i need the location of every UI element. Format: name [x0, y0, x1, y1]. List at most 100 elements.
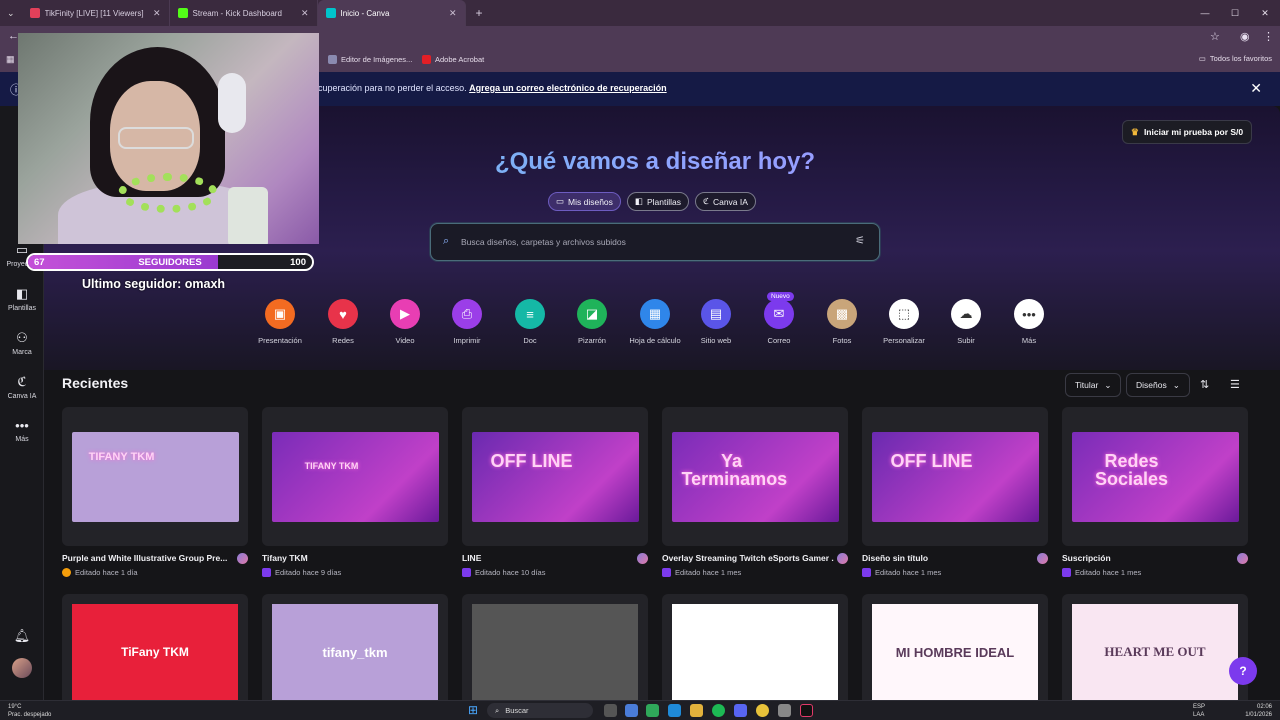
design-card[interactable]: OFF LINE Diseño sin título Editado hace 1 …: [862, 407, 1048, 577]
bookmark-acrobat[interactable]: Adobe Acrobat: [422, 55, 484, 64]
sidebar-item-brand[interactable]: ⚇ Marca: [0, 330, 44, 356]
thumbnail-text: TIFANY TKM: [304, 460, 359, 471]
chrome-icon[interactable]: [756, 704, 769, 717]
design-title[interactable]: Overlay Streaming Twitch eSports Gamer .…: [662, 553, 834, 563]
design-thumbnail[interactable]: Redes Sociales: [1062, 407, 1248, 546]
minimize-button[interactable]: —: [1190, 0, 1220, 26]
sidebar-item-canva-ai[interactable]: ℭ Canva IA: [0, 374, 44, 400]
bookmark-star-icon[interactable]: ☆: [1210, 30, 1220, 43]
design-title[interactable]: Purple and White Illustrative Group Pre.…: [62, 553, 234, 563]
menu-icon[interactable]: ⋮: [1263, 30, 1274, 43]
tab-canva-ai[interactable]: ℭ Canva IA: [694, 192, 756, 211]
close-tab-icon[interactable]: ✕: [449, 8, 457, 19]
website-icon: ▤: [701, 299, 731, 329]
shortcut-hoja-de-c-lculo[interactable]: ▦ Hoja de cálculo: [625, 299, 685, 345]
close-window-button[interactable]: ✕: [1250, 0, 1280, 26]
app-icon[interactable]: [778, 704, 791, 717]
design-card[interactable]: TIFANY TKM Purple and White Illustrative …: [62, 407, 248, 577]
sort-owner-dropdown[interactable]: Titular ⌄: [1065, 373, 1122, 397]
browser-tab[interactable]: Stream - Kick Dashboard ✕: [170, 0, 318, 26]
maximize-button[interactable]: ☐: [1220, 0, 1250, 26]
shortcut-doc[interactable]: ≡ Doc: [500, 299, 560, 345]
tab-search-icon[interactable]: ⌄: [0, 8, 22, 19]
file-explorer-icon[interactable]: [690, 704, 703, 717]
design-card[interactable]: [662, 594, 848, 700]
shortcut-redes[interactable]: ♥ Redes: [313, 299, 373, 345]
shortcut-correo[interactable]: ✉ Correo Nuevo: [749, 292, 809, 345]
list-view-icon[interactable]: ☰: [1230, 378, 1240, 391]
design-thumbnail[interactable]: TIFANY TKM: [262, 407, 448, 546]
design-thumbnail[interactable]: Ya Terminamos: [662, 407, 848, 546]
shortcut-sitio-web[interactable]: ▤ Sitio web: [686, 299, 746, 345]
browser-tab[interactable]: Inicio - Canva ✕: [317, 0, 466, 26]
help-button[interactable]: ?: [1229, 657, 1257, 685]
design-title[interactable]: Diseño sin título: [862, 553, 1034, 563]
sidebar-item-more[interactable]: ••• Más: [0, 418, 44, 443]
filter-icon[interactable]: ⚟: [855, 234, 865, 247]
design-card[interactable]: Redes Sociales Suscripción Editado hace 1 …: [1062, 407, 1248, 577]
search-input[interactable]: [461, 233, 841, 251]
taskbar-search[interactable]: ⌕ Buscar: [487, 703, 593, 718]
close-tab-icon[interactable]: ✕: [301, 8, 309, 19]
design-card[interactable]: MI HOMBRE IDEAL: [862, 594, 1048, 700]
tiktok-icon[interactable]: [800, 704, 813, 717]
thumbnail-image: OFF LINE: [471, 431, 639, 522]
design-card[interactable]: OFF LINE LINE Editado hace 10 días: [462, 407, 648, 577]
recovery-email-link[interactable]: Agrega un correo electrónico de recupera…: [469, 83, 667, 93]
app-icon[interactable]: [625, 704, 638, 717]
design-thumbnail: tifany_tkm: [272, 604, 438, 700]
design-title[interactable]: Suscripción: [1062, 553, 1234, 563]
weather-widget[interactable]: 19°C Prac. despejado: [8, 703, 51, 719]
shortcut-personalizar[interactable]: ⬚ Personalizar: [874, 299, 934, 345]
design-title[interactable]: LINE: [462, 553, 634, 563]
shortcut-m-s[interactable]: ••• Más: [999, 299, 1059, 345]
design-meta: Editado hace 1 mes: [1062, 568, 1248, 577]
sidebar-label: Marca: [12, 349, 32, 356]
language-indicator[interactable]: ESP LAA: [1193, 703, 1205, 719]
start-trial-button[interactable]: ♛ Iniciar mi prueba por S/0: [1122, 120, 1252, 144]
browser-tab[interactable]: TikFinity [LIVE] [11 Viewers] ✕: [22, 0, 170, 26]
task-view-icon[interactable]: [604, 704, 617, 717]
design-type-dropdown[interactable]: Diseños ⌄: [1126, 373, 1190, 397]
edge-icon[interactable]: [668, 704, 681, 717]
design-card[interactable]: HEART ME OUT: [1062, 594, 1248, 700]
design-card[interactable]: tifany_tkm: [262, 594, 448, 700]
shortcut-fotos[interactable]: ▩ Fotos: [812, 299, 872, 345]
shortcut-imprimir[interactable]: ⎙ Imprimir: [437, 299, 497, 345]
windows-start-icon[interactable]: ⊞: [468, 703, 478, 717]
avatar[interactable]: [12, 658, 32, 678]
design-thumbnail[interactable]: OFF LINE: [862, 407, 1048, 546]
app-icon[interactable]: [646, 704, 659, 717]
clock[interactable]: 02:06 1/01/2026: [1245, 703, 1272, 719]
design-card[interactable]: [462, 594, 648, 700]
new-tab-button[interactable]: +: [466, 6, 493, 20]
shortcut-subir[interactable]: ☁ Subir: [936, 299, 996, 345]
tab-my-designs[interactable]: ▭ Mis diseños: [548, 192, 621, 211]
design-title[interactable]: Tifany TKM: [262, 553, 434, 563]
shortcut-label: Video: [395, 336, 415, 345]
design-card[interactable]: TIFANY TKM Tifany TKM Editado hace 9 días: [262, 407, 448, 577]
sidebar-item-templates[interactable]: ◧ Plantillas: [0, 286, 44, 312]
design-meta: Editado hace 1 mes: [862, 568, 1048, 577]
design-thumbnail[interactable]: TIFANY TKM: [62, 407, 248, 546]
spotify-icon[interactable]: [712, 704, 725, 717]
bell-icon: 🔔︎: [13, 628, 31, 643]
sort-icon[interactable]: ⇅: [1200, 378, 1209, 391]
design-card[interactable]: TiFany TKM: [62, 594, 248, 700]
profile-icon[interactable]: ◉: [1240, 30, 1250, 43]
design-card[interactable]: Ya Terminamos Overlay Streaming Twitch eS…: [662, 407, 848, 577]
design-thumbnail: TiFany TKM: [72, 604, 238, 700]
close-tab-icon[interactable]: ✕: [153, 8, 161, 19]
shortcut-pizarr-n[interactable]: ◪ Pizarrón: [562, 299, 622, 345]
search-label: Buscar: [505, 706, 529, 715]
design-thumbnail[interactable]: OFF LINE: [462, 407, 648, 546]
shortcut-presentaci-n[interactable]: ▣ Presentación: [250, 299, 310, 345]
notifications-button[interactable]: 🔔︎: [0, 628, 44, 647]
close-icon[interactable]: ✕: [1250, 80, 1262, 97]
tab-templates[interactable]: ◧ Plantillas: [626, 192, 689, 211]
shortcut-video[interactable]: ▶ Video: [375, 299, 435, 345]
discord-icon[interactable]: [734, 704, 747, 717]
apps-grid-icon[interactable]: ▦: [6, 54, 15, 65]
all-favorites[interactable]: ▭ Todos los favoritos: [1199, 54, 1272, 63]
bookmark-editor[interactable]: Editor de Imágenes...: [328, 55, 412, 64]
